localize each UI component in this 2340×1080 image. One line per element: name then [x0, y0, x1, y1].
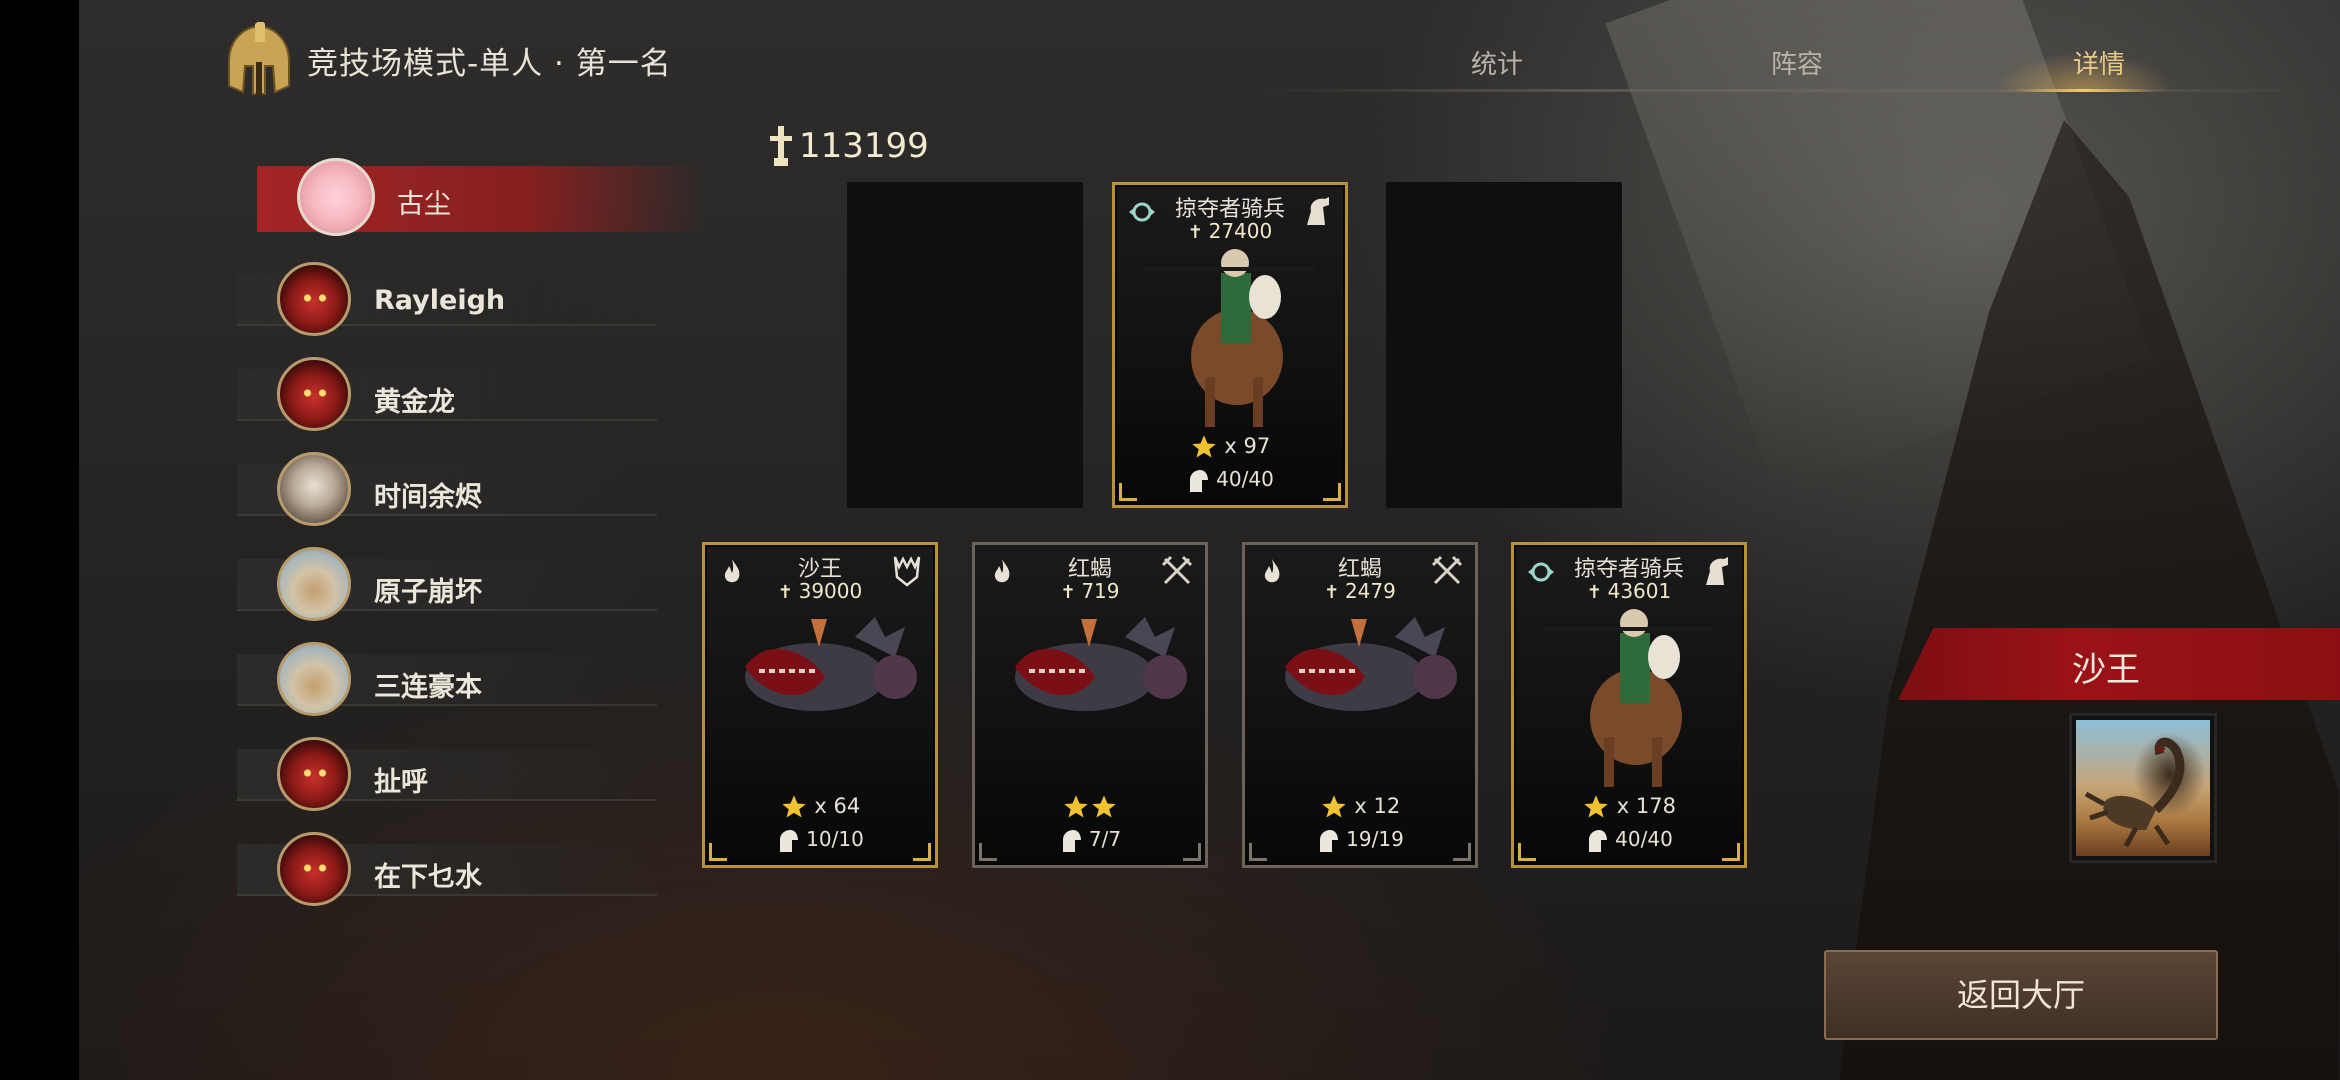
cavalry-illustration	[1145, 249, 1315, 427]
scorpion-illustration	[1015, 617, 1187, 711]
player-item[interactable]: 原子崩坏	[197, 537, 667, 623]
avatar	[277, 832, 351, 906]
empty-slot[interactable]	[847, 182, 1083, 508]
card-corner	[1249, 843, 1267, 861]
star-icon	[1584, 795, 1608, 818]
unit-troops-text: 19/19	[1346, 827, 1404, 851]
soldier-helmet-icon	[780, 829, 799, 852]
total-power: 113199	[799, 126, 929, 166]
avatar	[277, 357, 351, 431]
unit-card[interactable]: 掠夺者骑兵 ✝ 43601 x 178 40/40	[1511, 542, 1747, 868]
avatar	[277, 452, 351, 526]
tab-bar: 统计 阵容 详情	[1259, 30, 2319, 92]
avatar	[297, 158, 375, 236]
player-item[interactable]: 在下乜水	[197, 822, 667, 908]
player-item-selected[interactable]: 古尘	[197, 152, 707, 238]
player-item[interactable]: 扯呼	[197, 727, 667, 813]
unit-stars-text: x 178	[1616, 794, 1676, 818]
card-corner	[1518, 843, 1536, 861]
unit-troops-text: 40/40	[1216, 467, 1274, 491]
soldier-helmet-icon	[1320, 829, 1339, 852]
cavalry-illustration	[1544, 609, 1714, 787]
card-corner	[709, 843, 727, 861]
star-icon	[1092, 795, 1116, 818]
star-icon	[782, 795, 806, 818]
player-name: 时间余烬	[374, 482, 482, 513]
power-icon	[770, 126, 792, 166]
player-name: Rayleigh	[374, 285, 506, 316]
unit-troops: 40/40	[1115, 467, 1345, 495]
unit-stars: x 97	[1115, 433, 1345, 463]
spartan-helmet-icon	[228, 22, 290, 96]
unit-troops: 7/7	[975, 827, 1205, 855]
unit-card[interactable]: 掠夺者骑兵 ✝ 27400 x 97 40/40	[1112, 182, 1348, 508]
unit-troops: 19/19	[1245, 827, 1475, 855]
avatar	[277, 737, 351, 811]
empty-slot[interactable]	[1386, 182, 1622, 508]
scorpion-icon	[2084, 737, 2185, 848]
card-corner	[1183, 843, 1201, 861]
page-title: 竞技场模式-单人 · 第一名	[307, 46, 672, 82]
player-name: 扯呼	[374, 767, 428, 798]
game-screen: 竞技场模式-单人 · 第一名 统计 阵容 详情 古尘 Rayleigh 黄金龙 …	[79, 0, 2340, 1080]
back-to-lobby-button[interactable]: 返回大厅	[1824, 950, 2218, 1040]
unit-card[interactable]: 红蝎 ✝ 719 7/7	[972, 542, 1208, 868]
player-name: 古尘	[397, 189, 451, 220]
avatar	[277, 547, 351, 621]
star-icon	[1064, 795, 1088, 818]
unit-stars: x 64	[705, 793, 935, 823]
card-corner	[979, 843, 997, 861]
soldier-helmet-icon	[1062, 829, 1081, 852]
player-item[interactable]: Rayleigh	[197, 252, 667, 338]
star-icon	[1192, 435, 1216, 458]
soldier-helmet-icon	[1589, 829, 1608, 852]
scorpion-portrait[interactable]	[2072, 716, 2214, 860]
player-name: 黄金龙	[374, 387, 455, 418]
unit-card[interactable]: 沙王 ✝ 39000 x 64 10/10	[702, 542, 938, 868]
avatar	[277, 262, 351, 336]
star-icon	[1322, 795, 1346, 818]
unit-stars: x 12	[1245, 793, 1475, 823]
player-item[interactable]: 三连豪本	[197, 632, 667, 718]
tab-lineup[interactable]: 阵容	[1771, 44, 1823, 81]
player-name: 在下乜水	[374, 862, 482, 893]
card-corner	[1722, 843, 1740, 861]
tab-statistics[interactable]: 统计	[1471, 44, 1523, 81]
card-corner	[1119, 483, 1137, 501]
card-corner	[1323, 483, 1341, 501]
card-corner	[1453, 843, 1471, 861]
unit-troops: 10/10	[705, 827, 935, 855]
player-item[interactable]: 时间余烬	[197, 442, 667, 528]
unit-troops: 40/40	[1514, 827, 1744, 855]
detail-unit-name: 沙王	[2072, 650, 2140, 690]
card-corner	[913, 843, 931, 861]
unit-troops-text: 40/40	[1615, 827, 1673, 851]
player-name: 三连豪本	[374, 672, 482, 703]
unit-stars-text: x 12	[1354, 794, 1401, 818]
unit-troops-text: 7/7	[1088, 827, 1122, 851]
scorpion-illustration	[745, 617, 917, 711]
unit-stars-text: x 64	[814, 794, 861, 818]
unit-stars: x 178	[1514, 793, 1744, 823]
soldier-helmet-icon	[1190, 469, 1209, 492]
unit-troops-text: 10/10	[806, 827, 864, 851]
unit-stars	[975, 793, 1205, 823]
avatar	[277, 642, 351, 716]
unit-card[interactable]: 红蝎 ✝ 2479 x 12 19/19	[1242, 542, 1478, 868]
scorpion-illustration	[1285, 617, 1457, 711]
unit-stars-text: x 97	[1224, 434, 1271, 458]
tab-details[interactable]: 详情	[2073, 44, 2125, 81]
player-item[interactable]: 黄金龙	[197, 347, 667, 433]
player-name: 原子崩坏	[374, 577, 482, 608]
